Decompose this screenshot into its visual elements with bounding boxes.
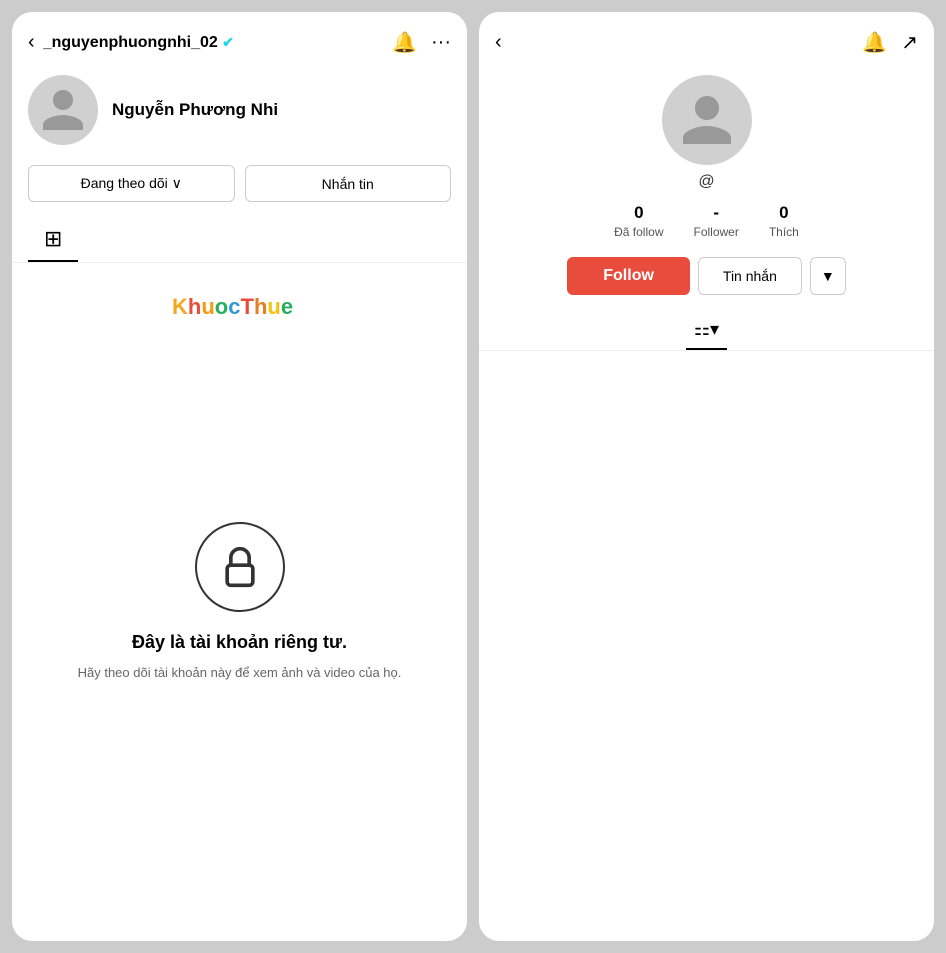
right-action-row: Follow Tin nhắn ▼: [479, 257, 934, 311]
grid-icon: ⊞: [44, 226, 62, 251]
followers-label: Follower: [693, 225, 738, 239]
right-top-bar: ‹ 🔔 ↗: [479, 12, 934, 65]
verified-badge: ✔: [222, 34, 234, 50]
filter-icon: ⚏▾: [694, 319, 719, 339]
stats-row: 0 Đã follow - Follower 0 Thích: [479, 203, 934, 241]
message-button[interactable]: Nhắn tin: [245, 165, 452, 202]
right-avatar-icon: [677, 90, 737, 150]
left-buttons-row: Đang theo dõi ∨ Nhắn tin: [12, 161, 467, 218]
profile-name: Nguyễn Phương Nhi: [112, 100, 278, 120]
top-icons: 🔔 ···: [392, 30, 451, 55]
following-count: 0: [614, 203, 663, 223]
follow-button[interactable]: Follow: [567, 257, 690, 295]
stat-likes: 0 Thích: [769, 203, 799, 241]
right-tabs-row: ⚏▾: [479, 311, 934, 351]
private-sub: Hãy theo dõi tài khoản này để xem ảnh và…: [78, 663, 402, 683]
tabs-row: ⊞: [12, 218, 467, 263]
private-title: Đây là tài khoản riêng tư.: [132, 632, 347, 653]
right-share-icon[interactable]: ↗: [901, 30, 918, 55]
back-button[interactable]: ‹: [28, 31, 35, 54]
right-message-button[interactable]: Tin nhắn: [698, 257, 802, 295]
right-avatar: [662, 75, 752, 165]
likes-count: 0: [769, 203, 799, 223]
bell-icon[interactable]: 🔔: [392, 30, 417, 55]
left-top-bar: ‹ _nguyenphuongnhi_02 ✔ 🔔 ···: [12, 12, 467, 65]
following-label: Đã follow: [614, 225, 663, 239]
right-bell-icon[interactable]: 🔔: [862, 30, 887, 55]
right-screen: ‹ 🔔 ↗ @ 0 Đã follow - Follower: [479, 12, 934, 941]
lock-icon: [218, 545, 262, 589]
tab-grid[interactable]: ⊞: [28, 218, 78, 262]
more-icon[interactable]: ···: [431, 31, 451, 54]
lock-circle: [195, 522, 285, 612]
right-tab-filter[interactable]: ⚏▾: [686, 311, 727, 350]
profile-section: Nguyễn Phương Nhi: [12, 65, 467, 161]
followers-count: -: [693, 203, 738, 223]
right-back-button[interactable]: ‹: [495, 31, 502, 54]
username-label: _nguyenphuongnhi_02 ✔: [43, 34, 384, 52]
right-top-icons: 🔔 ↗: [862, 30, 918, 55]
avatar-icon: [38, 85, 88, 135]
dropdown-button[interactable]: ▼: [810, 257, 846, 295]
stat-followers: - Follower: [693, 203, 738, 241]
following-button[interactable]: Đang theo dõi ∨: [28, 165, 235, 202]
lock-section: Đây là tài khoản riêng tư. Hãy theo dõi …: [12, 263, 467, 941]
at-symbol: @: [479, 173, 934, 191]
stat-following: 0 Đã follow: [614, 203, 663, 241]
left-screen: ‹ _nguyenphuongnhi_02 ✔ 🔔 ··· Nguyễn Phư…: [12, 12, 467, 941]
avatar: [28, 75, 98, 145]
likes-label: Thích: [769, 225, 799, 239]
